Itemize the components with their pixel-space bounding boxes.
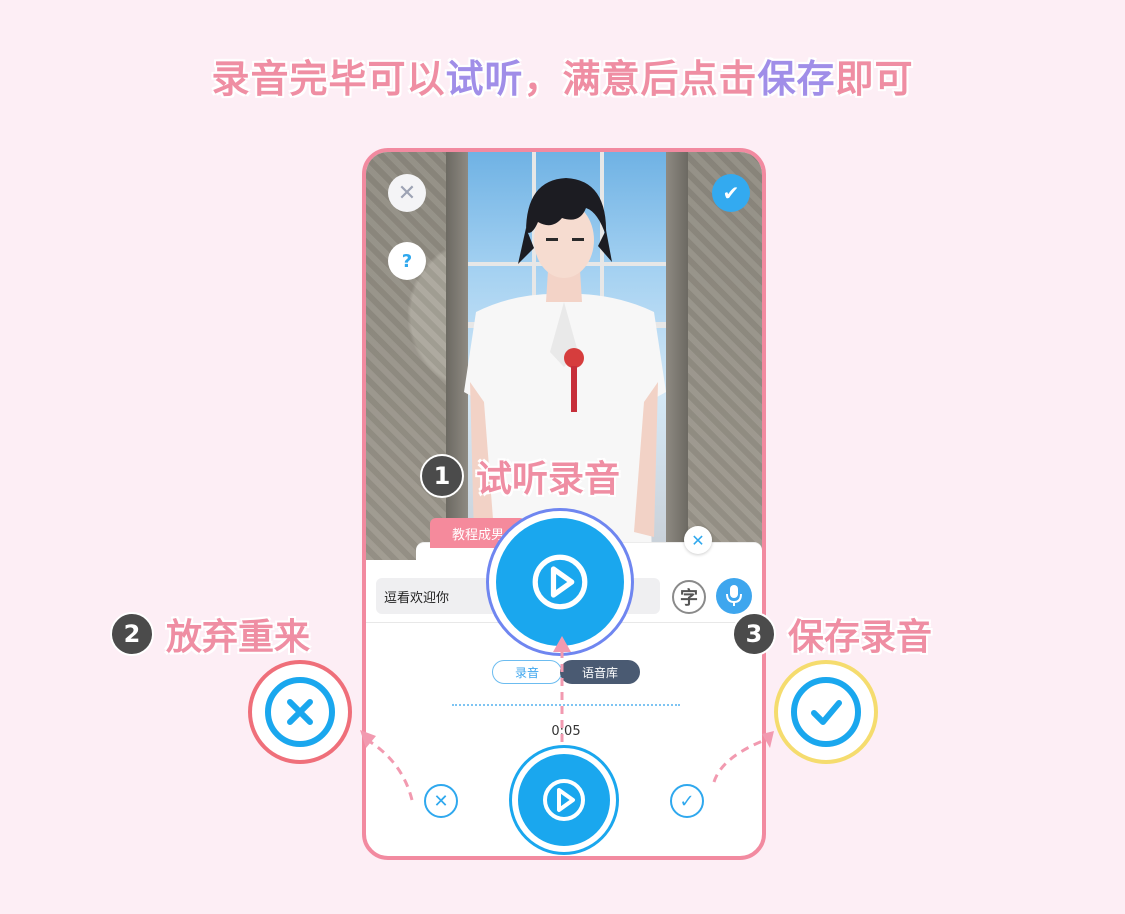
panel-close-icon[interactable]: ✕	[684, 526, 712, 554]
save-callout	[774, 660, 878, 764]
headline-part: ，满意后点击	[523, 57, 758, 101]
discard-callout	[248, 660, 352, 764]
headline: 录音完毕可以试听，满意后点击保存即可	[0, 48, 1125, 103]
step-1-label: 1 试听录音	[420, 450, 620, 502]
step-3-label: 3 保存录音	[732, 608, 932, 660]
headline-highlight-save: 保存	[757, 57, 836, 101]
step-text: 放弃重来	[166, 617, 311, 658]
save-button[interactable]: ✓	[670, 784, 704, 818]
text-toggle-button[interactable]: 字	[672, 580, 706, 614]
step-number: 1	[420, 454, 464, 498]
step-number: 3	[732, 612, 776, 656]
play-button[interactable]	[512, 748, 616, 852]
discard-button[interactable]: ✕	[424, 784, 458, 818]
close-icon[interactable]: ✕	[388, 174, 426, 212]
phone-screen: ✕ ? ✔ 教程成男 ✕ 逗看欢迎你 字 录音 语音库 0:05 ✕ ✓	[362, 148, 766, 860]
waveform	[452, 704, 680, 706]
play-callout	[486, 508, 634, 656]
recording-timer: 0:05	[551, 724, 581, 739]
headline-part: 即可	[835, 57, 914, 101]
check-icon[interactable]: ✔	[712, 174, 750, 212]
help-icon[interactable]: ?	[388, 242, 426, 280]
tab-voice-library[interactable]: 语音库	[560, 660, 640, 684]
step-text: 试听录音	[476, 459, 621, 500]
step-text: 保存录音	[788, 617, 933, 658]
play-icon	[496, 518, 624, 646]
headline-highlight-listen: 试听	[445, 57, 524, 101]
close-icon	[265, 677, 335, 747]
tab-record[interactable]: 录音	[492, 660, 562, 684]
step-number: 2	[110, 612, 154, 656]
headline-part: 录音完毕可以	[211, 57, 446, 101]
check-icon	[791, 677, 861, 747]
step-2-label: 2 放弃重来	[110, 608, 310, 660]
